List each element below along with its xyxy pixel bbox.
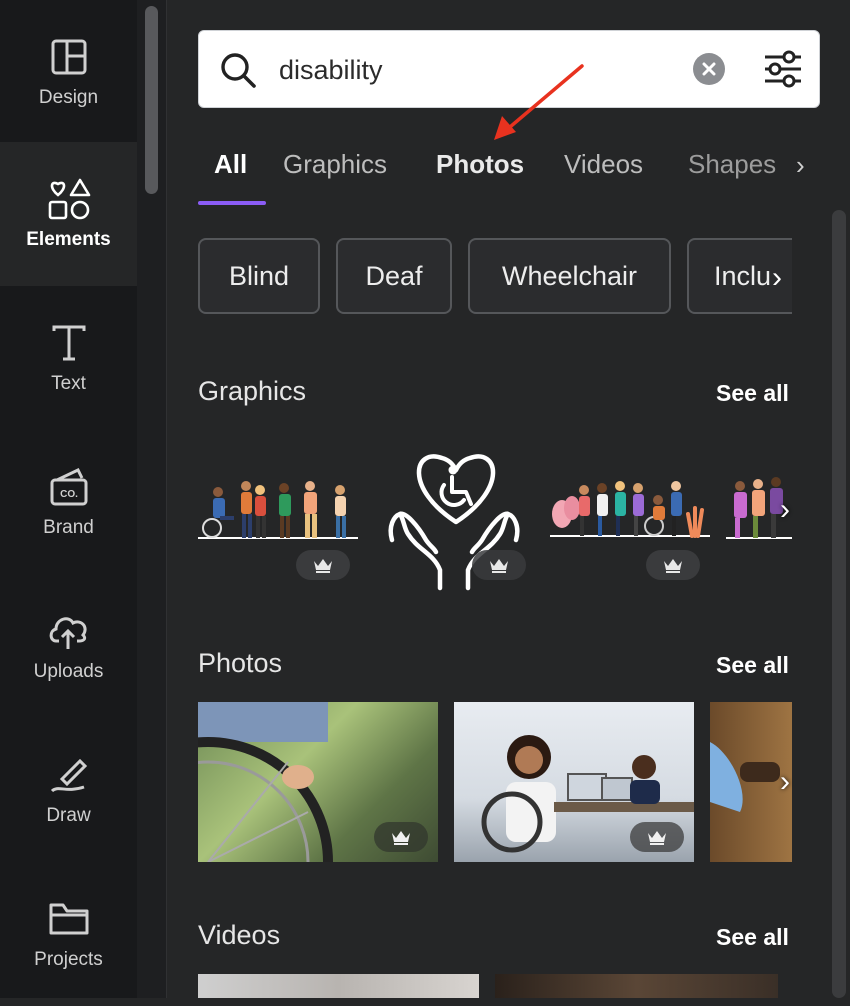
- photos-results: [198, 702, 792, 862]
- premium-badge: [646, 550, 700, 580]
- close-icon: [702, 62, 716, 76]
- filter-button[interactable]: [761, 49, 805, 89]
- graphic-thumbnail[interactable]: [374, 430, 534, 600]
- chevron-right-icon[interactable]: ›: [770, 490, 800, 530]
- see-all-graphics-link[interactable]: See all: [716, 380, 789, 407]
- shapes-icon: [47, 177, 91, 221]
- chip-blind[interactable]: Blind: [198, 238, 320, 314]
- nav-item-text[interactable]: Text: [0, 286, 137, 430]
- premium-badge: [630, 822, 684, 852]
- chip-wheelchair[interactable]: Wheelchair: [468, 238, 671, 314]
- content-type-tabs: All Graphics Photos Videos Shapes ›: [198, 140, 823, 206]
- photo-thumbnail[interactable]: [198, 702, 438, 862]
- search-icon: [219, 51, 257, 94]
- section-title-videos: Videos: [198, 920, 281, 950]
- nav-item-projects[interactable]: Projects: [0, 862, 137, 1006]
- premium-badge: [472, 550, 526, 580]
- nav-item-draw[interactable]: Draw: [0, 718, 137, 862]
- search-input[interactable]: [277, 47, 681, 93]
- premium-badge: [296, 550, 350, 580]
- chevron-right-icon[interactable]: ›: [770, 762, 800, 802]
- nav-label: Draw: [46, 805, 91, 826]
- videos-results: [198, 974, 792, 998]
- panel-scrollbar[interactable]: [832, 210, 846, 998]
- people-illustration: [198, 481, 358, 539]
- section-title-graphics: Graphics: [198, 376, 307, 406]
- brand-kit-icon: CO.: [47, 465, 91, 509]
- clear-search-button[interactable]: [693, 53, 725, 85]
- crown-icon: [648, 831, 666, 845]
- sidebar-scrollbar[interactable]: [137, 0, 167, 998]
- crown-icon: [490, 559, 508, 573]
- photo-thumbnail[interactable]: [454, 702, 694, 862]
- graphic-thumbnail[interactable]: [198, 430, 358, 600]
- see-all-videos-link[interactable]: See all: [716, 924, 789, 951]
- nav-item-brand[interactable]: CO. Brand: [0, 430, 137, 574]
- crown-icon: [664, 559, 682, 573]
- graphic-thumbnail[interactable]: [550, 430, 710, 600]
- pen-icon: [47, 753, 91, 797]
- scrollbar-thumb[interactable]: [145, 6, 158, 194]
- chevron-right-icon[interactable]: ›: [762, 258, 792, 298]
- nav-item-uploads[interactable]: Uploads: [0, 574, 137, 718]
- suggestion-chips: Blind Deaf Wheelchair Inclu: [198, 238, 792, 318]
- layout-icon: [47, 35, 91, 79]
- nav-item-elements[interactable]: Elements: [0, 142, 137, 286]
- tab-graphics[interactable]: Graphics: [283, 149, 387, 180]
- chip-deaf[interactable]: Deaf: [336, 238, 452, 314]
- crown-icon: [314, 559, 332, 573]
- nav-label: Projects: [34, 949, 103, 970]
- tab-videos[interactable]: Videos: [564, 149, 643, 180]
- folder-icon: [47, 897, 91, 941]
- cloud-upload-icon: [47, 609, 91, 653]
- nav-item-design[interactable]: Design: [0, 0, 137, 144]
- video-thumbnail[interactable]: [495, 974, 778, 998]
- text-icon: [47, 321, 91, 365]
- search-box: [198, 30, 820, 108]
- people-illustration: [550, 481, 710, 538]
- tab-shapes[interactable]: Shapes: [688, 149, 776, 180]
- nav-label: Text: [51, 373, 86, 394]
- nav-label: Uploads: [33, 661, 104, 682]
- sliders-icon: [765, 50, 801, 88]
- crown-icon: [392, 831, 410, 845]
- section-title-photos: Photos: [198, 648, 283, 678]
- tab-photos[interactable]: Photos: [436, 149, 524, 180]
- svg-text:CO.: CO.: [60, 489, 78, 500]
- graphics-results: [198, 430, 792, 600]
- active-tab-indicator: [198, 201, 266, 205]
- nav-label: Design: [38, 87, 99, 108]
- nav-label: Elements: [26, 229, 111, 250]
- side-navigation: Design Elements Text CO. Brand Uploads D…: [0, 0, 137, 998]
- nav-label: Brand: [43, 517, 94, 538]
- chevron-right-icon[interactable]: ›: [796, 150, 805, 181]
- premium-badge: [374, 822, 428, 852]
- tab-all[interactable]: All: [214, 149, 247, 180]
- video-thumbnail[interactable]: [198, 974, 479, 998]
- see-all-photos-link[interactable]: See all: [716, 652, 789, 679]
